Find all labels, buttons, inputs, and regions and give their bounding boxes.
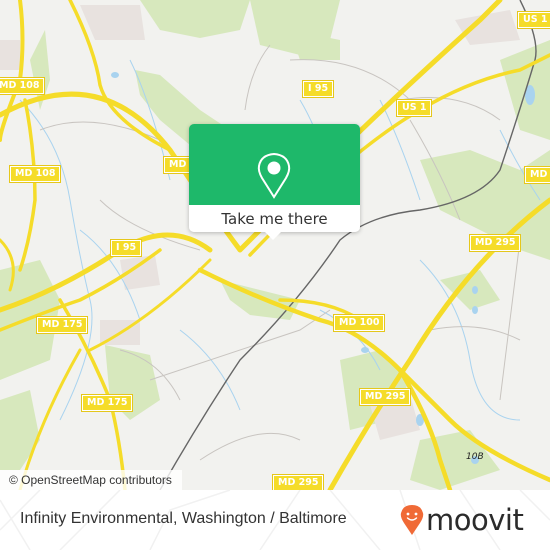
map-attribution[interactable]: © OpenStreetMap contributors (0, 470, 182, 490)
map[interactable]: MD 108 MD 108 MD I 95 I 95 US 1 US 1 MD … (0, 0, 550, 490)
road-label-md: MD (523, 166, 550, 184)
road-label-md-295: MD 295 (271, 474, 325, 490)
place-title: Infinity Environmental, Washington / Bal… (20, 510, 347, 527)
take-me-there-button[interactable]: Take me there (189, 205, 360, 232)
map-base-layer (0, 0, 550, 490)
road-label-md-108: MD 108 (8, 165, 62, 183)
park-areas (0, 0, 550, 490)
location-popup: Take me there (189, 124, 360, 240)
road-label-i-95: I 95 (109, 239, 143, 257)
road-label-md-295: MD 295 (468, 234, 522, 252)
streams (19, 59, 541, 421)
map-pin-icon (257, 152, 291, 199)
road-label-us-1: US 1 (395, 99, 433, 117)
popup-header (189, 124, 360, 205)
moovit-logo[interactable]: moovit (400, 500, 524, 540)
footer: Infinity Environmental, Washington / Bal… (0, 490, 550, 550)
moovit-pin-icon (400, 505, 424, 535)
road-label-md: MD (162, 156, 193, 174)
road-label-md-295: MD 295 (358, 388, 412, 406)
exit-label: 10B (466, 452, 484, 462)
road-label-i-95: I 95 (301, 80, 335, 98)
road-label-md-100: MD 100 (332, 314, 386, 332)
road-label-us-1: US 1 (516, 11, 550, 29)
road-label-md-175: MD 175 (35, 316, 89, 334)
major-roads (0, 0, 550, 490)
road-label-md-108: MD 108 (0, 77, 46, 95)
road-label-md-175: MD 175 (80, 394, 134, 412)
moovit-wordmark: moovit (426, 503, 524, 537)
popup-pointer (264, 231, 282, 240)
